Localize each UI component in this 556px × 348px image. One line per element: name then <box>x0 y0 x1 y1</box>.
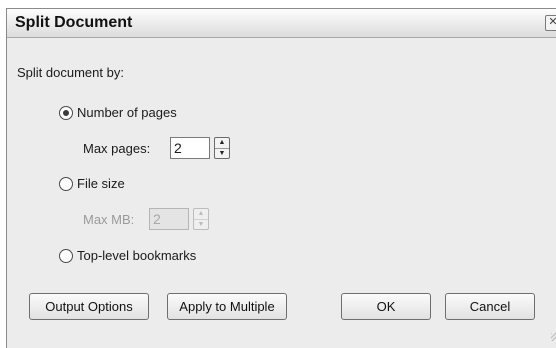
close-icon[interactable]: ✕ <box>545 15 556 31</box>
radio-button[interactable] <box>59 105 73 120</box>
max-pages-input[interactable]: 2 <box>170 137 210 159</box>
apply-to-multiple-button[interactable]: Apply to Multiple <box>167 293 287 320</box>
stepper-up-icon[interactable]: ▲ <box>215 138 229 149</box>
radio-button[interactable] <box>59 248 73 263</box>
resize-grip-icon[interactable] <box>551 333 556 341</box>
radio-button[interactable] <box>59 176 73 191</box>
output-options-button[interactable]: Output Options <box>29 293 149 320</box>
max-mb-stepper: ▲ ▼ <box>193 208 209 230</box>
stepper-down-icon[interactable]: ▼ <box>215 149 229 159</box>
dialog-title: Split Document <box>15 14 133 31</box>
max-mb-input: 2 <box>149 208 189 230</box>
max-pages-label: Max pages: <box>83 141 151 156</box>
radio-number-of-pages[interactable]: Number of pages <box>59 105 177 120</box>
radio-label: Number of pages <box>77 105 177 120</box>
radio-label: File size <box>77 176 125 191</box>
max-mb-label: Max MB: <box>83 212 135 227</box>
split-by-label: Split document by: <box>17 65 124 80</box>
max-pages-stepper[interactable]: ▲ ▼ <box>214 137 230 159</box>
ok-button[interactable]: OK <box>341 293 431 320</box>
title-bar[interactable]: Split Document ✕ <box>7 9 556 38</box>
radio-file-size[interactable]: File size <box>59 176 125 191</box>
radio-label: Top-level bookmarks <box>77 248 197 263</box>
cancel-button[interactable]: Cancel <box>445 293 535 320</box>
split-document-dialog: Split Document ✕ Split document by: Numb… <box>6 8 556 348</box>
stepper-up-icon: ▲ <box>194 209 208 220</box>
stepper-down-icon: ▼ <box>197 220 205 228</box>
radio-top-level-bookmarks[interactable]: Top-level bookmarks <box>59 248 196 263</box>
